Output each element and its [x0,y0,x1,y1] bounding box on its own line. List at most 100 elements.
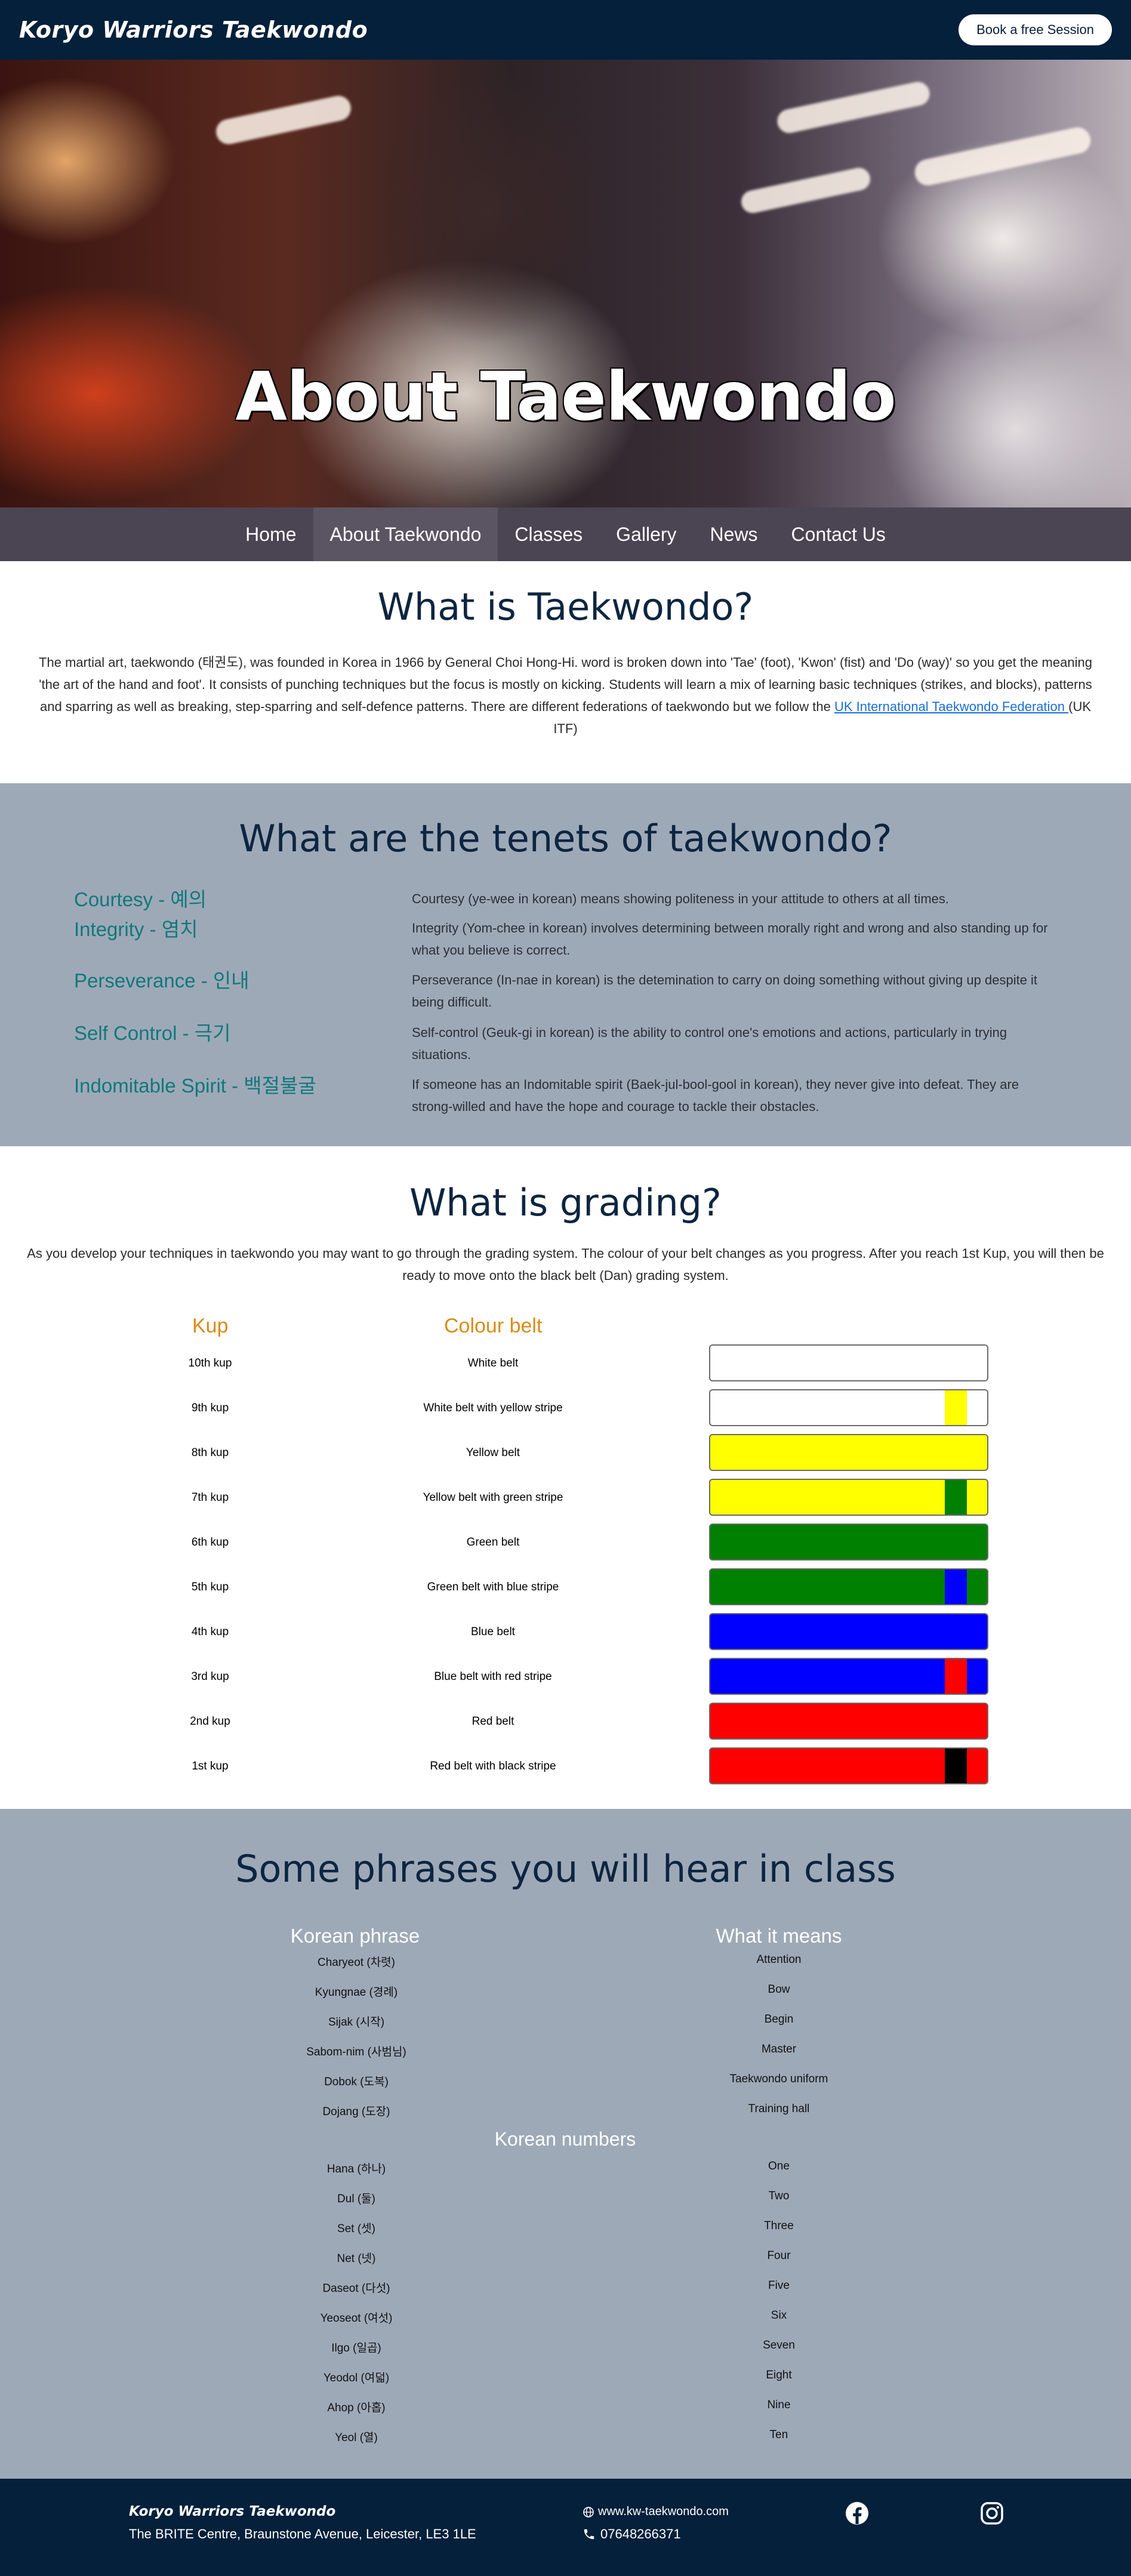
what-is-title: What is Taekwondo? [377,585,754,629]
site-footer: Koryo Warriors Taekwondo The BRITE Centr… [0,2479,1131,2576]
nav-about[interactable]: About Taekwondo [313,507,498,561]
korean-phrase: Dobok (도복) [324,2076,389,2088]
tenet-description: Perseverance (In-nae in korean) is the d… [412,972,1038,1010]
belt-swatch [709,1613,988,1650]
belt-name: Green belt with blue stripe [427,1581,559,1593]
kup-label: 10th kup [188,1357,232,1369]
korean-phrase: Set (셋) [337,2223,375,2235]
nav-gallery[interactable]: Gallery [599,507,693,561]
belt-stripe [945,1480,967,1515]
kup-label: 7th kup [191,1491,229,1504]
hero-light-streak [775,79,932,136]
main-nav: Home About Taekwondo Classes Gallery New… [0,507,1131,561]
belt-swatch [709,1344,988,1381]
footer-phone-text[interactable]: 07648266371 [600,2526,681,2542]
belt-stripe [945,1659,967,1694]
tenets-title: What are the tenets of taekwondo? [239,817,892,860]
korean-phrase: Sijak (시작) [328,2016,385,2029]
hero-title: About Taekwondo [235,358,896,436]
belt-stripe [945,1749,967,1783]
kup-label: 6th kup [191,1536,229,1549]
belt-swatch [709,1747,988,1784]
footer-website[interactable]: www.kw-taekwondo.com [583,2505,729,2519]
facebook-icon[interactable] [844,2500,870,2526]
kup-label: 5th kup [191,1581,229,1593]
belt-name: Blue belt with red stripe [434,1670,552,1683]
footer-address: The BRITE Centre, Braunstone Avenue, Lei… [129,2526,476,2541]
korean-phrase: Yeol (열) [335,2432,378,2444]
kup-label: 4th kup [191,1626,229,1638]
phrase-meaning: Five [768,2279,790,2292]
phrase-meaning: Bow [768,1983,790,1996]
korean-phrase: Dojang (도장) [322,2106,390,2118]
phrase-meaning: Six [771,2309,787,2322]
nav-contact[interactable]: Contact Us [775,507,902,561]
belt-column-header: Colour belt [444,1315,543,1337]
phrase-meaning: Four [767,2249,791,2262]
hero-light-streak [912,125,1093,188]
korean-numbers-header: Korean numbers [494,2128,636,2150]
phrase-meaning: One [768,2160,790,2172]
belt-name: Green belt [466,1536,520,1549]
belt-name: Yellow belt with green stripe [423,1491,563,1504]
hero-light-streak [214,93,353,147]
belt-name: Blue belt [471,1626,515,1638]
belt-name: Red belt with black stripe [430,1760,556,1772]
belt-name: Red belt [471,1715,514,1728]
phrase-meaning: Training hall [748,2103,810,2115]
tenet-description: Courtesy (ye-wee in korean) means showin… [412,891,949,906]
tenet-name: Courtesy - 예의 [74,888,207,910]
grading-section: What is grading? As you develop your tec… [0,1146,1131,1809]
hero-banner: About Taekwondo [0,60,1131,507]
tenet-name: Perseverance - 인내 [74,970,249,992]
belt-swatch [709,1479,988,1516]
book-session-button[interactable]: Book a free Session [959,14,1112,45]
korean-phrase-header: Korean phrase [290,1925,420,1947]
phrase-meaning: Begin [764,2013,794,2026]
belt-swatch [709,1703,988,1740]
footer-brand: Koryo Warriors Taekwondo [129,2504,336,2519]
korean-phrase: Kyungnae (경례) [315,1986,398,1999]
korean-phrase: Hana (하나) [326,2163,386,2175]
korean-phrase: Ilgo (일곱) [331,2342,381,2355]
nav-classes[interactable]: Classes [498,507,599,561]
kup-label: 3rd kup [191,1670,229,1683]
nav-home[interactable]: Home [229,507,313,561]
phrase-meaning: Eight [766,2369,792,2381]
meaning-header: What it means [716,1925,842,1947]
belt-name: White belt [467,1357,519,1369]
ukitf-link[interactable]: UK International Taekwondo Federation [834,699,1068,714]
korean-phrase: Sabom-nim (사범님) [306,2046,406,2058]
phrases-section: Some phrases you will hear in class Kore… [0,1809,1131,2479]
footer-phone[interactable]: 07648266371 [583,2526,681,2542]
belt-swatch [709,1568,988,1605]
tenet-description: If someone has an Indomitable spirit (Ba… [412,1077,1019,1114]
korean-phrase: Yeodol (여덟) [323,2372,390,2384]
top-bar: Koryo Warriors Taekwondo Book a free Ses… [0,0,1131,60]
belt-swatch [709,1658,988,1695]
phrase-meaning: Master [761,2043,797,2055]
tenets-section: What are the tenets of taekwondo? Courte… [0,783,1131,1146]
kup-column-header: Kup [192,1315,229,1337]
belt-stripe [945,1390,967,1425]
footer-website-text[interactable]: www.kw-taekwondo.com [598,2505,729,2519]
globe-icon [583,2506,594,2517]
tenet-description: Integrity (Yom-chee in korean) involves … [412,921,1048,958]
grading-body: As you develop your techniques in taekwo… [27,1246,1104,1283]
instagram-icon[interactable] [979,2500,1005,2526]
phrase-meaning: Taekwondo uniform [729,2073,828,2085]
tenet-name: Indomitable Spirit - 백절불굴 [74,1075,316,1097]
belt-name: Yellow belt [466,1447,520,1459]
kup-label: 9th kup [191,1402,229,1414]
site-brand[interactable]: Koryo Warriors Taekwondo [19,17,368,43]
grading-title: What is grading? [409,1181,722,1224]
phrase-meaning: Attention [756,1953,802,1966]
what-is-body: The martial art, taekwondo (태권도), was fo… [35,651,1097,740]
korean-phrase: Net (넷) [337,2252,376,2265]
tenet-description: Self-control (Geuk-gi in korean) is the … [412,1025,1007,1062]
korean-phrase: Yeoseot (여섯) [320,2312,393,2325]
belt-swatch [709,1434,988,1471]
korean-phrase: Ahop (아홉) [327,2402,386,2414]
hero-light-streak [739,165,873,216]
nav-news[interactable]: News [694,507,775,561]
